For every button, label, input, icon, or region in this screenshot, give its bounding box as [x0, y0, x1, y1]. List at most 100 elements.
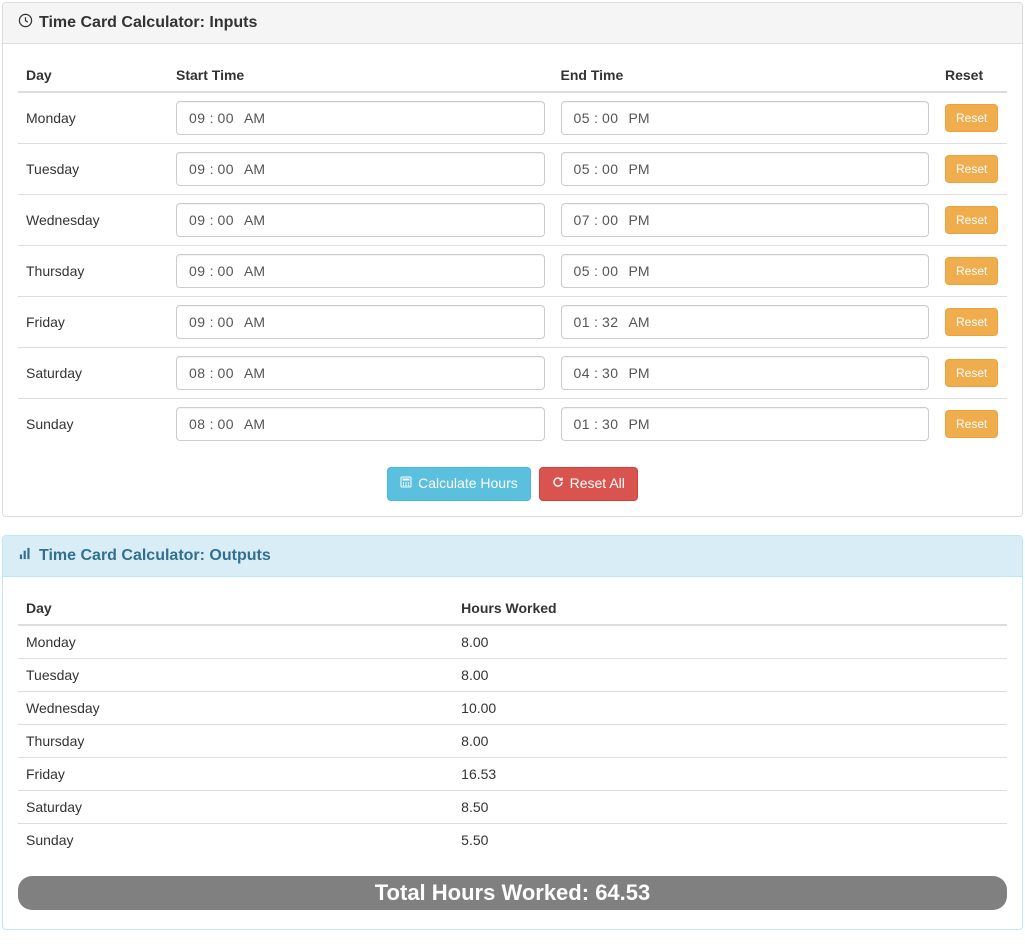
end-min: 00 — [602, 212, 619, 228]
end-hour: 05 — [574, 263, 591, 279]
end-hour: 04 — [574, 365, 591, 381]
end-time-input[interactable]: 01:30PM — [561, 407, 930, 441]
reset-row-button[interactable]: Reset — [945, 206, 998, 235]
table-row: Friday09:00AM01:32AMReset — [18, 297, 1007, 348]
start-ampm: AM — [244, 314, 265, 330]
end-time-input[interactable]: 05:00PM — [561, 101, 930, 135]
header-end-time: End Time — [553, 59, 938, 92]
day-label: Friday — [18, 757, 453, 790]
end-time-input[interactable]: 07:00PM — [561, 203, 930, 237]
reset-label: Reset — [956, 161, 987, 178]
end-ampm: PM — [629, 110, 650, 126]
refresh-icon — [552, 474, 564, 494]
end-ampm: PM — [629, 416, 650, 432]
header-day: Day — [18, 59, 168, 92]
table-row: Wednesday09:00AM07:00PMReset — [18, 195, 1007, 246]
header-reset: Reset — [937, 59, 1007, 92]
reset-label: Reset — [956, 212, 987, 229]
start-time-input[interactable]: 09:00AM — [176, 305, 545, 339]
outputs-panel-heading: Time Card Calculator: Outputs — [3, 536, 1022, 577]
day-label: Friday — [18, 297, 168, 348]
reset-label: Reset — [956, 110, 987, 127]
start-hour: 09 — [189, 212, 206, 228]
day-label: Thursday — [18, 724, 453, 757]
table-row: Sunday08:00AM 01:30PM Reset — [18, 399, 1007, 450]
reset-label: Reset — [956, 365, 987, 382]
day-label: Tuesday — [18, 144, 168, 195]
start-min: 00 — [217, 161, 234, 177]
table-row: Saturday08:00AM 04:30PM Reset — [18, 348, 1007, 399]
calculator-icon — [400, 474, 412, 494]
inputs-panel: Time Card Calculator: Inputs Day Start T… — [2, 2, 1023, 517]
table-row: Monday8.00 — [18, 625, 1007, 659]
end-ampm: PM — [629, 263, 650, 279]
day-label: Sunday — [18, 399, 168, 450]
bar-chart-icon — [18, 546, 33, 566]
end-min: 32 — [602, 314, 619, 330]
start-hour: 09 — [189, 161, 206, 177]
day-label: Wednesday — [18, 195, 168, 246]
end-hour: 05 — [574, 110, 591, 126]
reset-row-button[interactable]: Reset — [945, 155, 998, 184]
reset-row-button[interactable]: Reset — [945, 308, 998, 337]
inputs-title: Time Card Calculator: Inputs — [39, 14, 257, 32]
start-time-input[interactable]: 09:00AM — [176, 203, 545, 237]
end-time-input[interactable]: 04:30PM — [561, 356, 930, 390]
header-start-time: Start Time — [168, 59, 553, 92]
day-label: Monday — [18, 625, 453, 659]
outputs-title: Time Card Calculator: Outputs — [39, 547, 271, 565]
day-label: Saturday — [18, 790, 453, 823]
start-min: 00 — [217, 212, 234, 228]
reset-row-button[interactable]: Reset — [945, 410, 998, 439]
table-row: Friday16.53 — [18, 757, 1007, 790]
end-hour: 01 — [574, 314, 591, 330]
day-label: Saturday — [18, 348, 168, 399]
start-ampm: AM — [244, 110, 265, 126]
reset-all-label: Reset All — [570, 474, 625, 494]
reset-label: Reset — [956, 416, 987, 433]
start-time-input[interactable]: 09:00AM — [176, 101, 545, 135]
start-time-input[interactable]: 08:00AM — [176, 407, 545, 441]
hours-value: 8.50 — [453, 790, 1007, 823]
end-min: 30 — [602, 365, 619, 381]
reset-row-button[interactable]: Reset — [945, 257, 998, 286]
outputs-table: Day Hours Worked Monday8.00Tuesday8.00We… — [18, 592, 1007, 856]
start-ampm: AM — [244, 416, 265, 432]
hours-value: 8.00 — [453, 625, 1007, 659]
start-time-input[interactable]: 09:00AM — [176, 152, 545, 186]
start-min: 00 — [217, 110, 234, 126]
end-time-input[interactable]: 05:00PM — [561, 152, 930, 186]
inputs-table: Day Start Time End Time Reset Monday09:0… — [18, 59, 1007, 449]
total-value: 64.53 — [595, 880, 650, 905]
table-row: Wednesday10.00 — [18, 691, 1007, 724]
day-label: Thursday — [18, 246, 168, 297]
calculate-hours-button[interactable]: Calculate Hours — [387, 467, 531, 501]
end-min: 00 — [602, 110, 619, 126]
start-ampm: AM — [244, 263, 265, 279]
start-ampm: AM — [244, 365, 265, 381]
start-hour: 09 — [189, 110, 206, 126]
hours-value: 8.00 — [453, 658, 1007, 691]
table-row: Tuesday09:00AM 05:00PM Reset — [18, 144, 1007, 195]
start-time-input[interactable]: 09:00AM — [176, 254, 545, 288]
hours-value: 16.53 — [453, 757, 1007, 790]
end-ampm: AM — [629, 314, 650, 330]
start-time-input[interactable]: 08:00AM — [176, 356, 545, 390]
reset-row-button[interactable]: Reset — [945, 359, 998, 388]
end-time-input[interactable]: 05:00PM — [561, 254, 930, 288]
total-label: Total Hours Worked: — [375, 880, 589, 905]
start-hour: 09 — [189, 263, 206, 279]
reset-all-button[interactable]: Reset All — [539, 467, 638, 501]
total-hours-bar: Total Hours Worked: 64.53 — [18, 876, 1007, 910]
inputs-panel-heading: Time Card Calculator: Inputs — [3, 3, 1022, 44]
day-label: Monday — [18, 92, 168, 144]
day-label: Tuesday — [18, 658, 453, 691]
outputs-panel: Time Card Calculator: Outputs Day Hours … — [2, 535, 1023, 930]
reset-label: Reset — [956, 314, 987, 331]
reset-label: Reset — [956, 263, 987, 280]
end-time-input[interactable]: 01:32AM — [561, 305, 930, 339]
end-ampm: PM — [629, 212, 650, 228]
reset-row-button[interactable]: Reset — [945, 104, 998, 133]
day-label: Wednesday — [18, 691, 453, 724]
end-ampm: PM — [629, 161, 650, 177]
